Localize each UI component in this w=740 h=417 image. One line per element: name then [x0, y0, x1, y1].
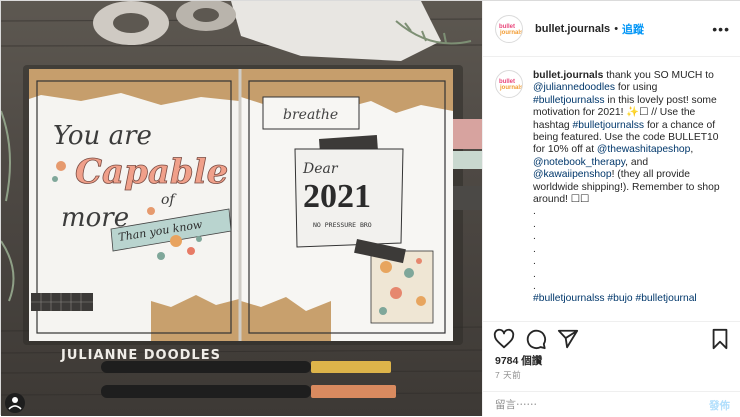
- journal-illustration: You are Capable of more Than you know br…: [1, 1, 482, 413]
- hashtag-link[interactable]: #bulletjournalss: [573, 120, 645, 131]
- instagram-post-modal: You are Capable of more Than you know br…: [0, 0, 740, 416]
- watermark: JULIANNE DOODLES: [60, 348, 221, 363]
- more-options-icon[interactable]: •••: [712, 21, 730, 37]
- heart-icon[interactable]: [493, 328, 515, 350]
- mention-link[interactable]: @kawaiipenshop: [533, 169, 612, 180]
- caption-text: bullet.journals thank you SO MUCH to @ju…: [533, 70, 730, 320]
- caption-bullet: .: [533, 280, 536, 292]
- mint-prop: [453, 151, 482, 169]
- caption-bullet: .: [533, 268, 536, 280]
- caption-avatar[interactable]: bullet journals: [495, 70, 523, 98]
- mention-link[interactable]: @thewashitapeshop: [597, 144, 690, 155]
- caption-username[interactable]: bullet.journals: [533, 70, 603, 81]
- post-photo[interactable]: You are Capable of more Than you know br…: [1, 1, 482, 416]
- mention-link[interactable]: @juliannedoodles: [533, 82, 615, 93]
- action-icons-row: [493, 328, 733, 352]
- follow-button[interactable]: 追蹤: [622, 21, 644, 37]
- post-sidebar: bullet journals bullet.journals • 追蹤 •••…: [482, 1, 740, 416]
- likes-count[interactable]: 9784 個讚: [495, 353, 542, 368]
- avatar[interactable]: bullet journals: [495, 14, 523, 43]
- caption-bullet: .: [533, 243, 536, 255]
- post-comment-button[interactable]: 發佈: [709, 398, 730, 413]
- hashtag-link[interactable]: #bulletjournalss: [533, 95, 605, 106]
- avatar-logo-bottom: journals: [500, 29, 523, 36]
- comment-icon[interactable]: [525, 328, 547, 350]
- washi-tape-rolls: [93, 1, 236, 45]
- dark-prop: [453, 186, 482, 210]
- caption-bullet: .: [533, 256, 536, 268]
- share-icon[interactable]: [557, 328, 579, 350]
- comment-input[interactable]: [495, 397, 685, 413]
- caption-segment: , and: [625, 156, 649, 168]
- pen-orange: [101, 385, 396, 398]
- post-timestamp[interactable]: 7 天前: [495, 369, 521, 381]
- caption-bullet: .: [533, 206, 536, 218]
- hashtag-link[interactable]: #bulletjournalss #bujo #bulletjournal: [533, 293, 730, 305]
- caption-segment: thank you SO MUCH to: [603, 70, 714, 81]
- caption-segment: ,: [690, 144, 694, 156]
- caption-area: bullet journals bullet.journals thank yo…: [483, 58, 740, 320]
- caption-bullet: .: [533, 218, 536, 230]
- lettering-dear: Dear: [302, 161, 339, 177]
- header-separator-dot: •: [614, 22, 619, 35]
- mention-link[interactable]: @notebook_therapy: [533, 157, 625, 168]
- bookmark-icon[interactable]: [709, 328, 731, 350]
- lettering-you-are: You are: [53, 121, 152, 151]
- comment-bar: 發佈: [483, 391, 740, 417]
- pink-prop: [453, 119, 482, 149]
- lettering-no-pressure-bro: NO PRESSURE BRO: [313, 221, 372, 229]
- post-actions: 9784 個讚 7 天前 發佈: [483, 321, 740, 416]
- caption-bullet: .: [533, 231, 536, 243]
- caption-segment: for using: [615, 82, 658, 94]
- header-username[interactable]: bullet.journals: [535, 23, 610, 35]
- lettering-capable: Capable: [75, 152, 228, 192]
- lettering-2021: 2021: [303, 178, 371, 215]
- lettering-breathe: breathe: [283, 107, 338, 123]
- person-icon: [12, 397, 18, 403]
- post-header: bullet journals bullet.journals • 追蹤 •••: [483, 1, 740, 57]
- avatar-logo-bottom: journals: [500, 85, 523, 91]
